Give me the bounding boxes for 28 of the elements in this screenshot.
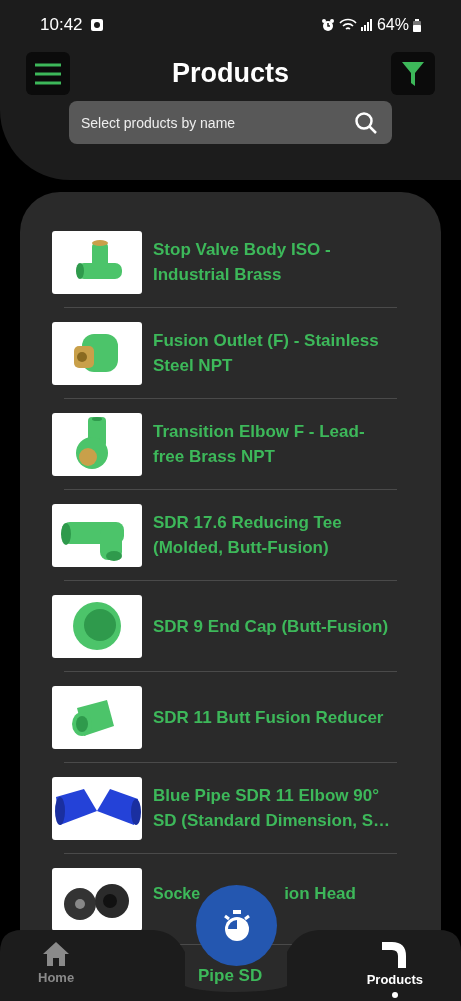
filter-icon	[402, 61, 424, 86]
pipe-elbow-icon	[381, 942, 408, 968]
nav-tab[interactable]: Home	[38, 942, 75, 998]
product-name[interactable]: ion Head	[284, 883, 356, 905]
signal-icon	[360, 19, 373, 31]
product-name[interactable]: Socke	[153, 883, 201, 905]
search-field[interactable]: Select products by name	[69, 101, 392, 144]
page-title: Products	[172, 57, 289, 91]
search-icon	[354, 111, 378, 135]
notification-icon	[90, 19, 103, 31]
battery-percent: 64%	[376, 15, 409, 35]
product-name[interactable]: SDR 17.6 Reducing Tee (Molded, Butt-Fusion)	[153, 510, 391, 560]
filter-button[interactable]	[391, 52, 435, 95]
product-name[interactable]: Transition Elbow F - Lead-free Brass NPT	[153, 419, 391, 469]
battery-icon	[413, 18, 421, 32]
product-name[interactable]: SDR 9 End Cap (Butt-Fusion)	[153, 613, 391, 639]
home-icon	[43, 942, 70, 966]
menu-button[interactable]	[26, 52, 70, 95]
product-name[interactable]: Pipe SD	[198, 966, 263, 985]
selected-dot	[391, 991, 398, 998]
wifi-icon	[338, 18, 357, 32]
product-name[interactable]: Blue Pipe SDR 11 Elbow 90° SD (Standard Dimension, S…	[153, 783, 391, 833]
product-name[interactable]: Fusion Outlet (F) - Stainless Steel NPT	[153, 328, 391, 378]
status-time: 10:42	[40, 14, 83, 37]
product-name[interactable]: Stop Valve Body ISO - Industrial Brass	[153, 237, 391, 287]
alarm-icon	[320, 18, 335, 32]
product-name[interactable]: SDR 11 Butt Fusion Reducer	[153, 704, 391, 730]
menu-icon	[34, 62, 62, 85]
